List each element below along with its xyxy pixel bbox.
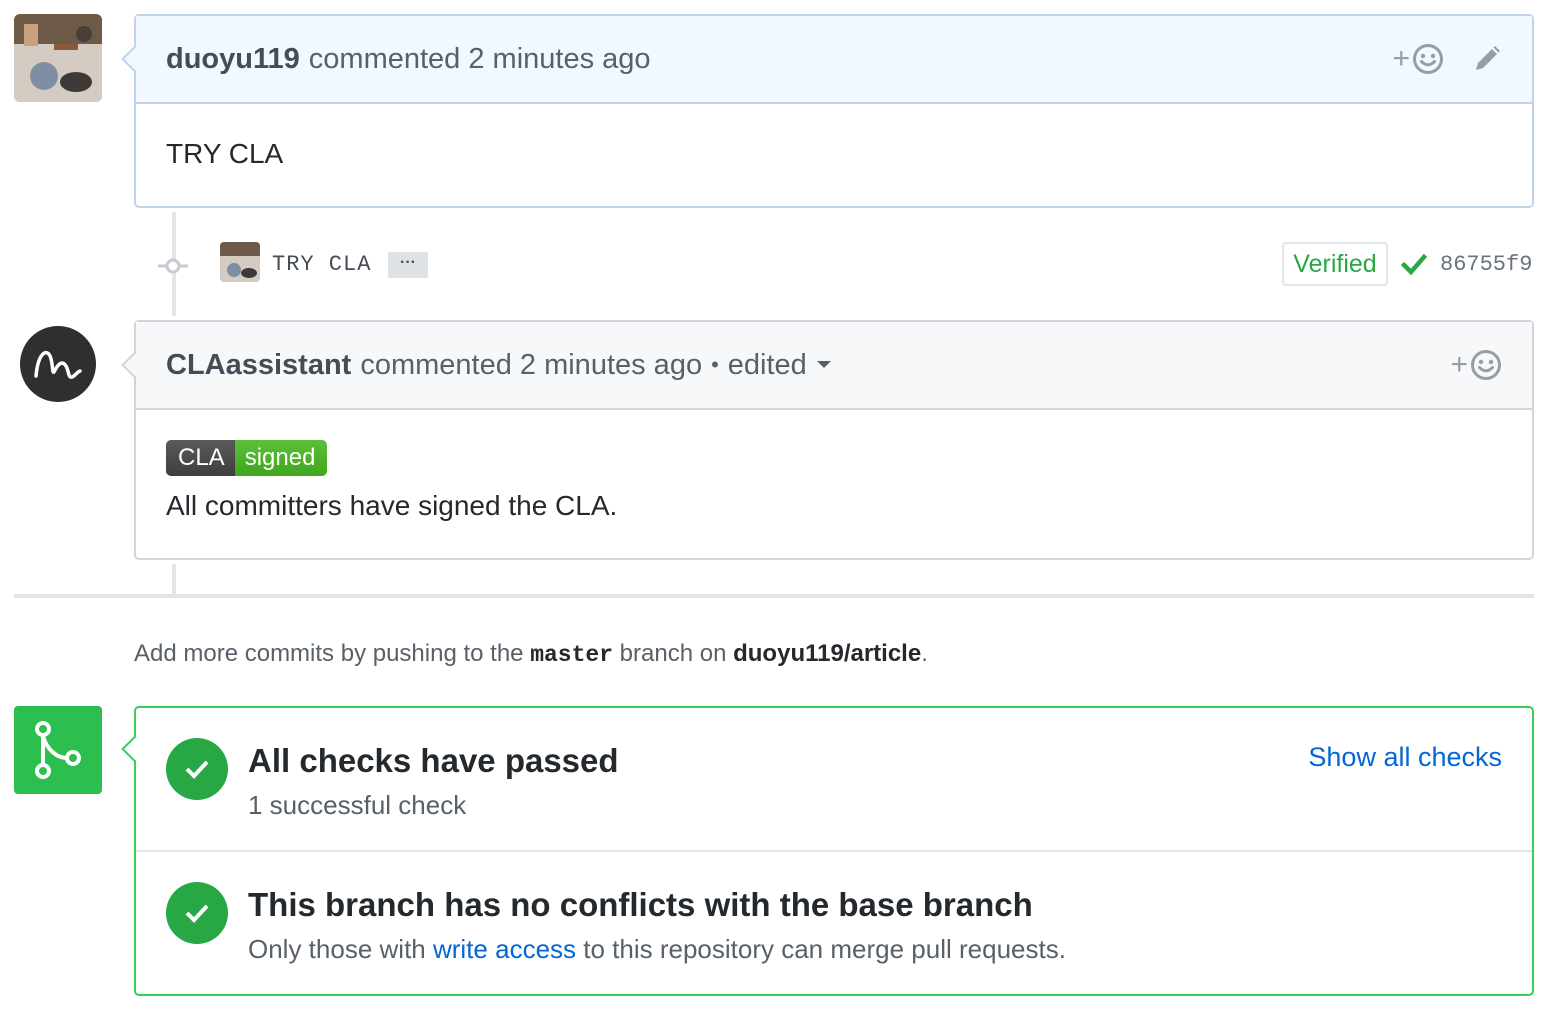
comment-header: duoyu119 commented 2 minutes ago + <box>136 16 1532 104</box>
check-icon[interactable] <box>1400 250 1428 278</box>
merge-status-box: All checks have passed 1 successful chec… <box>121 706 1534 996</box>
checks-title: All checks have passed <box>248 742 619 779</box>
comment-body-text: All committers have signed the CLA. <box>166 490 618 521</box>
pencil-icon[interactable] <box>1472 44 1502 74</box>
hint-prefix: Add more commits by pushing to the <box>134 640 531 667</box>
add-reaction-button[interactable]: + <box>1450 348 1502 382</box>
badge-label: CLA <box>166 440 235 476</box>
no-conflicts-icon <box>166 882 228 944</box>
cla-signed-badge[interactable]: CLA signed <box>166 440 328 476</box>
avatar-claassistant[interactable] <box>20 326 96 402</box>
check-icon <box>185 760 209 779</box>
commit-expand-button[interactable]: ··· <box>388 252 428 278</box>
separator-dot: • <box>711 352 719 377</box>
conflicts-sub-prefix: Only those with <box>248 934 433 964</box>
smiley-icon <box>1413 44 1443 74</box>
comment-body: TRY CLA <box>136 104 1532 204</box>
write-access-link[interactable]: write access <box>433 934 576 964</box>
hint-suffix: . <box>921 640 928 667</box>
cla-logo-icon <box>34 350 82 379</box>
verified-badge[interactable]: Verified <box>1282 242 1388 286</box>
avatar-photo-image <box>14 14 102 102</box>
hint-branch: master <box>530 642 614 668</box>
avatar-duoyu119[interactable] <box>14 14 102 102</box>
conflicts-sub-suffix: to this repository can merge pull reques… <box>576 934 1066 964</box>
timeline-divider <box>14 594 1534 598</box>
comment-body-text: TRY CLA <box>166 138 284 169</box>
comment-body: CLA signed All committers have signed th… <box>136 410 1532 522</box>
comment-claassistant: CLAassistant commented 2 minutes ago • e… <box>121 320 1534 560</box>
commit-sha[interactable]: 86755f9 <box>1440 252 1532 277</box>
check-icon <box>185 904 209 923</box>
commit-author-avatar[interactable] <box>220 242 260 282</box>
commit-avatar-image <box>220 242 260 282</box>
edited-dropdown[interactable]: edited <box>728 349 832 382</box>
smiley-icon <box>1471 350 1501 380</box>
plus-icon: + <box>1450 348 1468 381</box>
comment-timestamp[interactable]: commented 2 minutes ago <box>360 349 702 382</box>
git-merge-icon <box>35 721 81 779</box>
conflicts-title: This branch has no conflicts with the ba… <box>248 886 1033 923</box>
comment-header: CLAassistant commented 2 minutes ago • e… <box>136 322 1532 410</box>
comment-duoyu119: duoyu119 commented 2 minutes ago + TRY C… <box>121 14 1534 208</box>
add-reaction-button[interactable]: + <box>1392 42 1444 76</box>
plus-icon: + <box>1392 42 1410 75</box>
commit-row: TRY CLA ··· Verified 86755f9 <box>134 238 1534 292</box>
comment-timestamp[interactable]: commented 2 minutes ago <box>309 43 651 76</box>
checks-passed-icon <box>166 738 228 800</box>
comment-author[interactable]: CLAassistant <box>166 349 351 382</box>
commit-message[interactable]: TRY CLA <box>272 252 371 277</box>
conflicts-section: This branch has no conflicts with the ba… <box>136 852 1532 994</box>
merge-status-icon-box <box>14 706 102 794</box>
show-all-checks-link[interactable]: Show all checks <box>1308 742 1502 773</box>
hint-repo[interactable]: duoyu119/article <box>733 640 921 667</box>
timeline-line-2 <box>172 564 176 594</box>
badge-status: signed <box>234 440 328 476</box>
commit-icon <box>158 258 188 274</box>
conflicts-subtitle: Only those with write access to this rep… <box>248 934 1066 965</box>
edited-label: edited <box>727 348 807 381</box>
checks-subtitle: 1 successful check <box>248 790 467 820</box>
push-hint: Add more commits by pushing to the maste… <box>134 640 928 668</box>
caret-down-icon <box>816 361 831 368</box>
hint-middle: branch on <box>613 640 734 667</box>
checks-section: All checks have passed 1 successful chec… <box>136 708 1532 852</box>
comment-author[interactable]: duoyu119 <box>166 43 300 76</box>
